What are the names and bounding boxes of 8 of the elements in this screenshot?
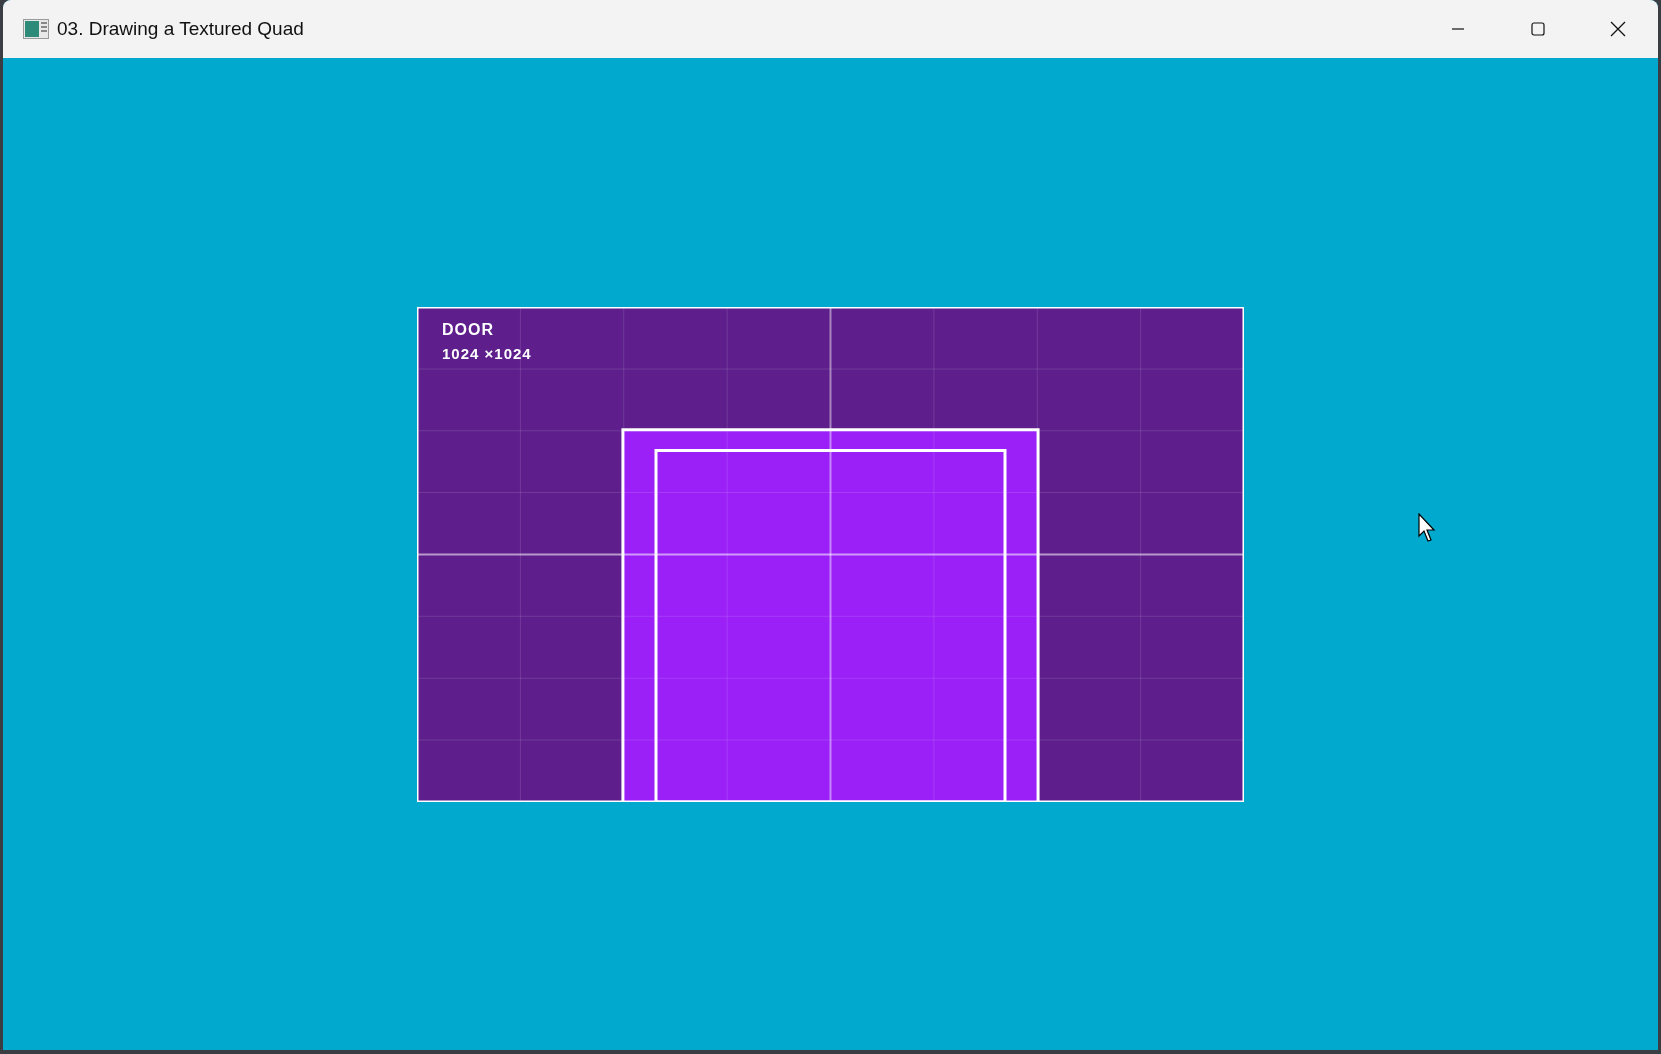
app-icon	[23, 19, 49, 39]
texture-label: DOOR	[442, 320, 495, 339]
cursor-icon	[1418, 513, 1438, 543]
close-icon	[1609, 20, 1627, 38]
window-title: 03. Drawing a Textured Quad	[57, 18, 304, 40]
maximize-icon	[1530, 21, 1546, 37]
minimize-icon	[1452, 28, 1464, 30]
texture-size-label: 1024 ×1024	[442, 344, 532, 362]
